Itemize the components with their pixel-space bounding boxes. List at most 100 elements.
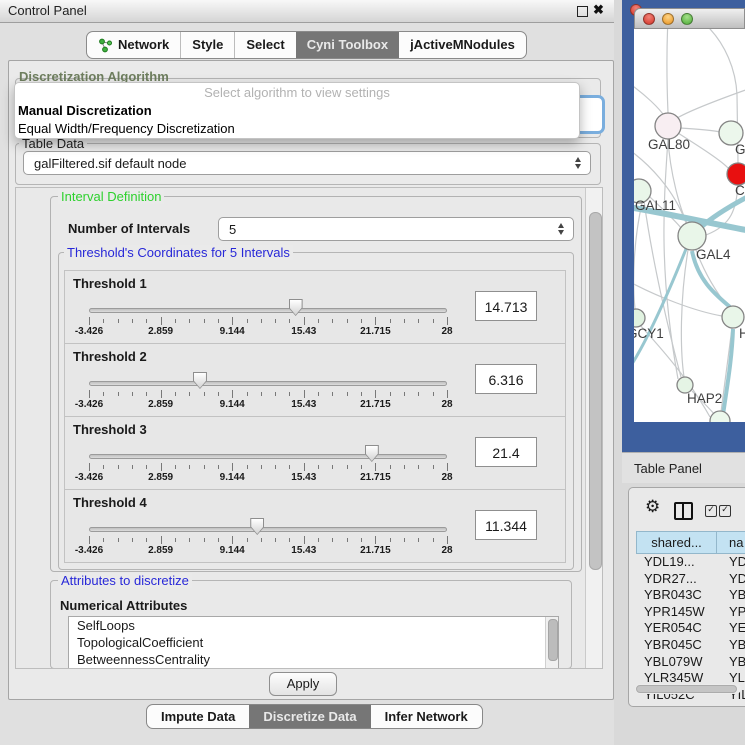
threshold-value-field[interactable]: 21.4	[475, 437, 537, 467]
gear-icon[interactable]: ⚙	[645, 499, 660, 516]
network-node[interactable]	[727, 163, 745, 185]
attribute-item[interactable]: TopologicalCoefficient	[69, 634, 558, 651]
network-canvas[interactable]: GAL80GACGAL11GAL4GCY1HHAP2	[634, 29, 745, 422]
threshold-value-field[interactable]: 6.316	[475, 364, 537, 394]
threshold-value-field[interactable]: 11.344	[475, 510, 537, 540]
network-edge[interactable]	[680, 128, 720, 132]
threshold-label: Threshold 2	[73, 349, 147, 364]
slider-tick	[332, 319, 333, 323]
network-edge[interactable]	[723, 329, 733, 415]
network-graph: GAL80GACGAL11GAL4GCY1HHAP2	[634, 29, 745, 422]
algorithm-options: Manual DiscretizationEqual Width/Frequen…	[15, 102, 579, 138]
slider-track[interactable]	[89, 308, 447, 313]
slider-tick	[103, 538, 104, 542]
tab-jactivemnodules[interactable]: jActiveMNodules	[399, 32, 526, 58]
network-edge[interactable]	[664, 139, 678, 379]
table-row[interactable]: YDR27...YDR2	[636, 571, 745, 588]
panel-scrollbar[interactable]	[585, 188, 602, 668]
tab-infer-network[interactable]: Infer Network	[371, 705, 482, 728]
slider-tick	[189, 465, 190, 469]
panel-scrollbar-thumb[interactable]	[589, 212, 602, 570]
network-node[interactable]	[655, 113, 681, 139]
slider-tick-label: 15.43	[291, 472, 316, 483]
slider-tick	[132, 392, 133, 396]
list-scrollbar-thumb[interactable]	[548, 619, 558, 661]
apply-button[interactable]: Apply	[269, 672, 337, 696]
slider-track[interactable]	[89, 454, 447, 459]
close-icon[interactable]: ✖	[593, 2, 604, 18]
slider-tick	[132, 465, 133, 469]
slider-tick	[204, 465, 205, 469]
table-cell: YER0	[717, 620, 745, 637]
minimize-traffic-light[interactable]	[662, 13, 674, 25]
table-data-select[interactable]: galFiltered.sif default node	[23, 151, 591, 175]
attribute-item[interactable]: SelfLoops	[69, 617, 558, 634]
table-hscrollbar-thumb[interactable]	[636, 685, 737, 693]
slider-tick	[118, 538, 119, 542]
network-edge[interactable]	[704, 29, 737, 95]
slider-thumb[interactable]	[289, 299, 303, 316]
split-columns-icon[interactable]	[674, 502, 693, 520]
network-edge[interactable]	[634, 249, 686, 367]
network-window-titlebar[interactable]	[634, 8, 745, 29]
slider-thumb[interactable]	[250, 518, 264, 535]
slider-tick	[375, 536, 376, 544]
tab-network[interactable]: Network	[87, 32, 180, 58]
network-node[interactable]	[634, 309, 645, 327]
interval-definition-group-title: Interval Definition	[58, 189, 164, 204]
slider-thumb[interactable]	[365, 445, 379, 462]
slider-tick-label: 21.715	[360, 472, 391, 483]
slider-tick	[361, 465, 362, 469]
table-row[interactable]: YPR145WYPR1	[636, 604, 745, 621]
slider-tick-label: 2.859	[148, 326, 173, 337]
checkbox-icon[interactable]: ✓	[719, 505, 731, 517]
slider-tick	[318, 465, 319, 469]
table-row[interactable]: YBR045CYBR0	[636, 637, 745, 654]
numerical-attributes-list[interactable]: SelfLoopsTopologicalCoefficientBetweenne…	[68, 616, 559, 669]
network-edge[interactable]	[634, 81, 665, 117]
attribute-item[interactable]: BetweennessCentrality	[69, 651, 558, 668]
network-icon	[98, 38, 113, 53]
table-row[interactable]: YDL19...YDL1	[636, 554, 745, 571]
network-node-label: C	[735, 183, 745, 198]
network-node[interactable]	[678, 222, 706, 250]
table-cell: YBR045C	[636, 637, 717, 654]
table-hscrollbar[interactable]	[635, 684, 741, 694]
list-scrollbar[interactable]	[545, 617, 558, 668]
slider-tick	[118, 392, 119, 396]
zoom-traffic-light[interactable]	[681, 13, 693, 25]
node-table: shared...na YDL19...YDL1YDR27...YDR2YBR0…	[636, 531, 745, 702]
slider-track[interactable]	[89, 381, 447, 386]
slider-tick	[289, 538, 290, 542]
threshold-value-field[interactable]: 14.713	[475, 291, 537, 321]
algorithm-option[interactable]: Equal Width/Frequency Discretization	[15, 120, 579, 138]
slider-tick	[146, 465, 147, 469]
slider-tick	[118, 465, 119, 469]
column-header[interactable]: shared...	[636, 531, 717, 554]
slider-tick-label: 15.43	[291, 326, 316, 337]
number-of-intervals-spinner[interactable]: 5	[218, 217, 574, 241]
slider-tick	[218, 538, 219, 542]
column-header[interactable]: na	[717, 531, 745, 554]
table-row[interactable]: YBL079WYBL0	[636, 654, 745, 671]
slider-tick	[289, 319, 290, 323]
tab-cyni-toolbox[interactable]: Cyni Toolbox	[296, 32, 399, 58]
tab-discretize-data[interactable]: Discretize Data	[249, 705, 370, 728]
threshold-label: Threshold 3	[73, 422, 147, 437]
network-edge[interactable]	[674, 87, 745, 120]
table-row[interactable]: YER054CYER0	[636, 620, 745, 637]
checkbox-icon[interactable]: ✓	[705, 505, 717, 517]
tab-select[interactable]: Select	[234, 32, 295, 58]
algorithm-option[interactable]: Manual Discretization	[15, 102, 579, 120]
close-traffic-light[interactable]	[643, 13, 655, 25]
network-node[interactable]	[722, 306, 744, 328]
float-window-icon[interactable]	[577, 6, 588, 17]
tab-style[interactable]: Style	[180, 32, 234, 58]
table-row[interactable]: YBR043CYBR0	[636, 587, 745, 604]
network-edge[interactable]	[634, 203, 642, 309]
network-edge[interactable]	[667, 29, 668, 113]
slider-track[interactable]	[89, 527, 447, 532]
tab-impute-data[interactable]: Impute Data	[147, 705, 249, 728]
network-edge[interactable]	[681, 250, 688, 377]
slider-thumb[interactable]	[193, 372, 207, 389]
